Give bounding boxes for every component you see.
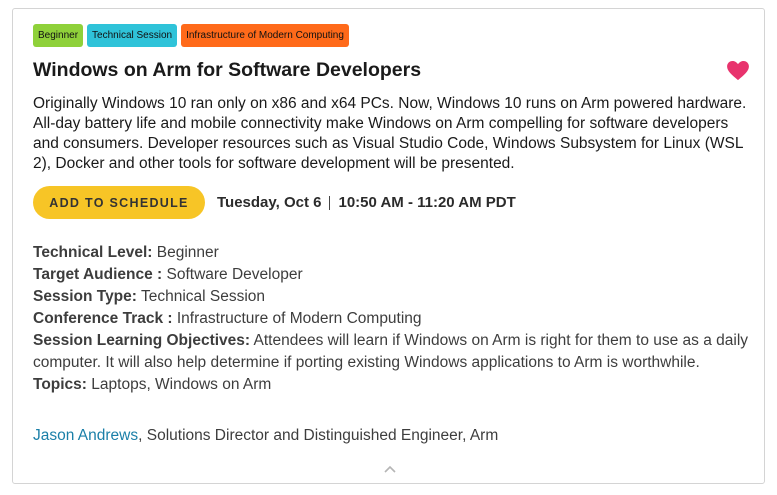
detail-target-audience: Target Audience : Software Developer: [33, 264, 753, 286]
detail-conference-track: Conference Track : Infrastructure of Mod…: [33, 308, 753, 330]
detail-value: Beginner: [156, 244, 219, 261]
tag-track[interactable]: Infrastructure of Modern Computing: [181, 24, 349, 47]
detail-label: Technical Level:: [33, 244, 153, 261]
detail-technical-level: Technical Level: Beginner: [33, 242, 753, 264]
detail-session-type: Session Type: Technical Session: [33, 286, 753, 308]
detail-label: Topics:: [33, 376, 87, 393]
session-time: 10:50 AM - 11:20 AM PDT: [338, 194, 516, 211]
chevron-up-icon[interactable]: [383, 464, 397, 474]
detail-label: Conference Track :: [33, 310, 173, 327]
detail-topics: Topics: Laptops, Windows on Arm: [33, 374, 753, 396]
detail-value: Technical Session: [140, 288, 266, 305]
detail-label: Session Learning Objectives:: [33, 332, 251, 349]
detail-label: Session Type:: [33, 288, 137, 305]
detail-learning-objectives: Session Learning Objectives: Attendees w…: [33, 330, 753, 374]
add-to-schedule-button[interactable]: ADD TO SCHEDULE: [33, 186, 205, 219]
tag-level[interactable]: Beginner: [33, 24, 84, 47]
speaker-name-link[interactable]: Jason Andrews: [33, 427, 138, 444]
detail-value: Infrastructure of Modern Computing: [176, 310, 422, 327]
session-title: Windows on Arm for Software Developers: [33, 59, 422, 81]
detail-label: Target Audience :: [33, 266, 163, 283]
detail-value: Laptops, Windows on Arm: [91, 376, 272, 393]
session-date: Tuesday, Oct 6: [217, 194, 322, 211]
session-description: Originally Windows 10 ran only on x86 an…: [33, 95, 747, 172]
speaker-line: Jason Andrews, Solutions Director and Di…: [33, 427, 498, 445]
speaker-role: , Solutions Director and Distinguished E…: [138, 427, 499, 444]
tag-session-type[interactable]: Technical Session: [87, 24, 178, 47]
schedule-row: ADD TO SCHEDULE Tuesday, Oct 6 10:50 AM …: [33, 186, 516, 219]
session-details: Technical Level: Beginner Target Audienc…: [33, 242, 753, 396]
heart-icon[interactable]: [727, 61, 749, 81]
detail-value: Software Developer: [166, 266, 303, 283]
date-time-divider: [329, 195, 331, 210]
tag-list: Beginner Technical Session Infrastructur…: [33, 24, 349, 47]
session-card: Beginner Technical Session Infrastructur…: [12, 8, 765, 484]
